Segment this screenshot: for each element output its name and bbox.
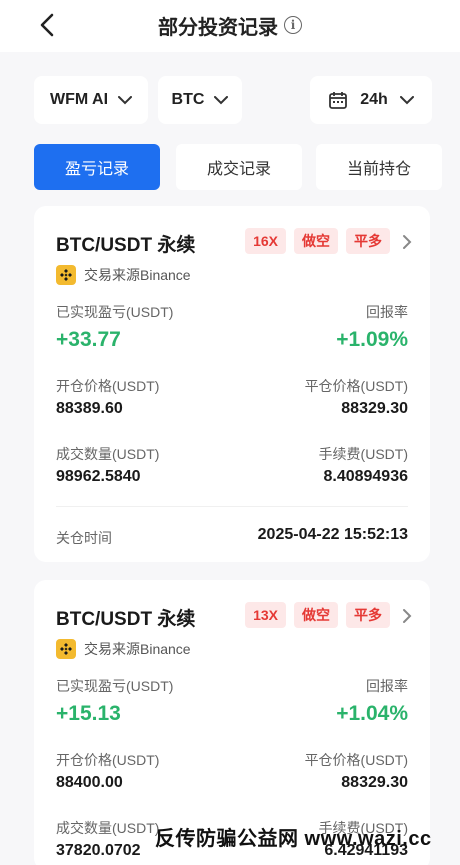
close-time-value: 2025-04-22 15:52:13 (257, 526, 408, 543)
tab-current-positions[interactable]: 当前持仓 (316, 144, 442, 190)
close-price-value: 88329.30 (341, 400, 408, 417)
strategy-value: WFM AI (49, 91, 109, 108)
quantity-label: 成交数量(USDT) (56, 820, 160, 836)
trading-pair: BTC/USDT 永续 (56, 235, 196, 256)
quantity-label: 成交数量(USDT) (56, 446, 160, 462)
action-badge: 平多 (346, 228, 390, 254)
roi-label: 回报率 (366, 304, 408, 320)
divider (56, 506, 408, 507)
trade-source: 交易来源Binance (84, 267, 191, 283)
strategy-select[interactable]: WFM AI (34, 76, 148, 124)
close-price-value: 88329.30 (341, 774, 408, 791)
close-price-label: 平仓价格(USDT) (304, 752, 408, 768)
coin-select[interactable]: BTC (158, 76, 242, 124)
trading-pair: BTC/USDT 永续 (56, 609, 196, 630)
quantity-value: 98962.5840 (56, 468, 141, 485)
action-badge: 平多 (346, 602, 390, 628)
record-tabs: 盈亏记录 成交记录 当前持仓 (34, 144, 442, 190)
chevron-down-icon (118, 95, 133, 104)
roi-value: +1.04% (336, 702, 408, 725)
open-price-value: 88400.00 (56, 774, 123, 791)
chevron-down-icon (399, 95, 414, 104)
binance-icon (56, 265, 76, 285)
tab-pnl-records[interactable]: 盈亏记录 (34, 144, 160, 190)
open-price-label: 开仓价格(USDT) (56, 378, 160, 394)
pnl-label: 已实现盈亏(USDT) (56, 304, 174, 320)
direction-badge: 做空 (294, 228, 338, 254)
quantity-value: 37820.0702 (56, 842, 141, 859)
coin-value: BTC (171, 91, 205, 108)
roi-value: +1.09% (336, 328, 408, 351)
chevron-down-icon (214, 95, 229, 104)
direction-badge: 做空 (294, 602, 338, 628)
period-value: 24h (360, 91, 388, 108)
trade-source: 交易来源Binance (84, 641, 191, 657)
pnl-value: +33.77 (56, 328, 121, 351)
info-icon[interactable]: i (284, 16, 302, 34)
chevron-right-icon (403, 609, 412, 623)
watermark-caption: 反传防骗公益网 www.wazi.cc (155, 828, 432, 850)
fee-label: 手续费(USDT) (318, 446, 408, 462)
close-price-label: 平仓价格(USDT) (304, 378, 408, 394)
top-bar: 部分投资记录 i (0, 0, 460, 52)
calendar-icon (329, 92, 348, 109)
chevron-right-icon (403, 235, 412, 249)
close-time-label: 关仓时间 (56, 530, 112, 546)
binance-icon (56, 639, 76, 659)
open-price-value: 88389.60 (56, 400, 123, 417)
roi-label: 回报率 (366, 678, 408, 694)
leverage-badge: 13X (245, 602, 286, 628)
pnl-value: +15.13 (56, 702, 121, 725)
page-title: 部分投资记录 (158, 16, 278, 39)
period-select[interactable]: 24h (310, 76, 432, 124)
pnl-label: 已实现盈亏(USDT) (56, 678, 174, 694)
tab-trade-records[interactable]: 成交记录 (176, 144, 302, 190)
record-card[interactable]: BTC/USDT 永续 16X 做空 平多 交易来源Binance 已实现盈亏(… (34, 206, 430, 562)
leverage-badge: 16X (245, 228, 286, 254)
fee-value: 8.40894936 (323, 468, 408, 485)
open-price-label: 开仓价格(USDT) (56, 752, 160, 768)
filter-bar: WFM AI BTC 24h (34, 76, 432, 124)
